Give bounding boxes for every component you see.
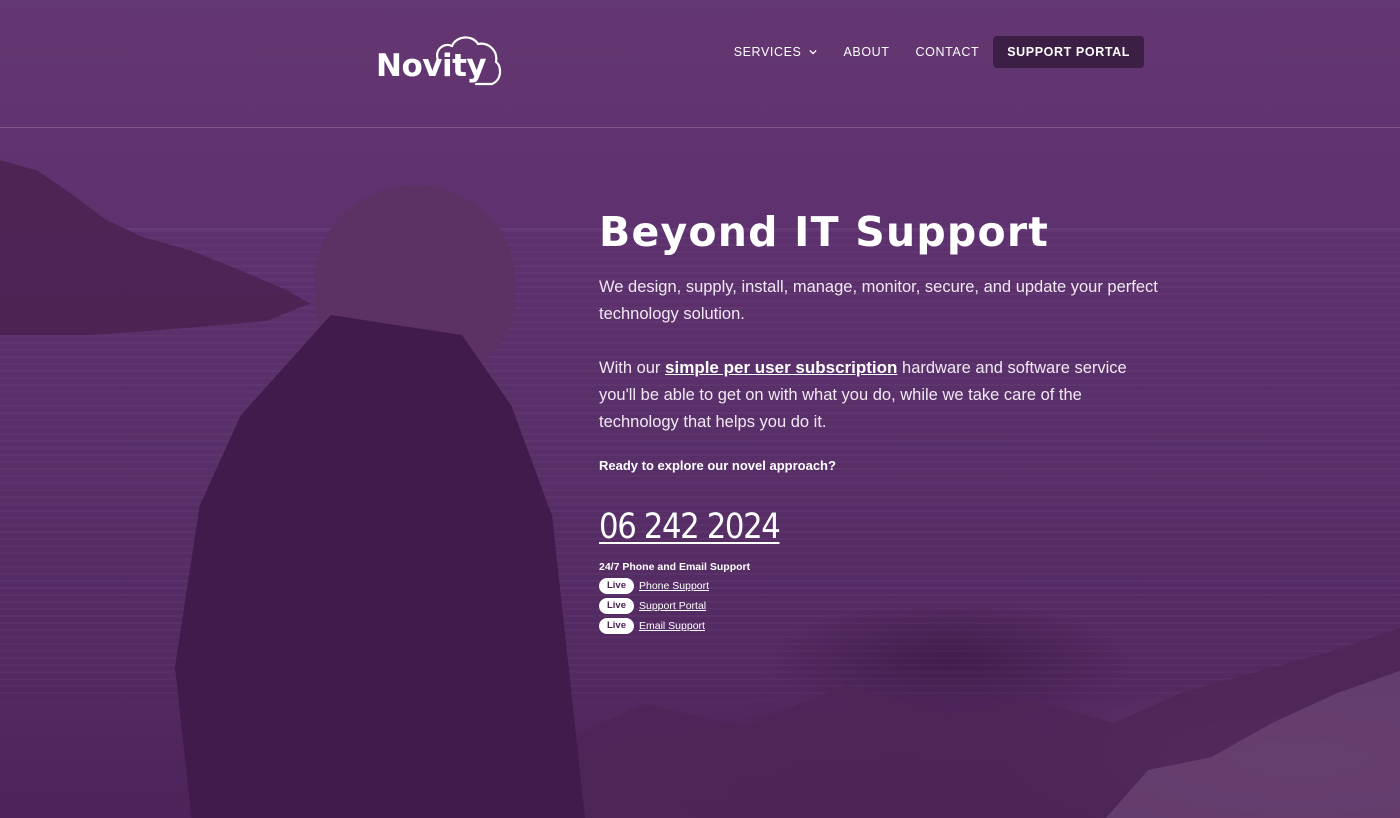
support-portal-link[interactable]: Support Portal — [639, 600, 706, 612]
nav-contact[interactable]: CONTACT — [916, 45, 980, 59]
live-badge: Live — [599, 578, 634, 594]
subscription-prefix: With our — [599, 359, 666, 377]
hero-content: Beyond IT Support We design, supply, ins… — [599, 205, 1159, 636]
email-support-link[interactable]: Email Support — [639, 620, 705, 632]
phone-number-link[interactable]: 06 242 2024 — [599, 507, 781, 547]
cloud-logo-icon — [436, 36, 502, 86]
support-title: 24/7 Phone and Email Support — [599, 561, 751, 573]
support-item-phone: Live Phone Support — [599, 576, 1159, 596]
live-badge: Live — [599, 618, 634, 634]
nav-services-label: SERVICES — [733, 45, 802, 59]
support-item-portal: Live Support Portal — [599, 596, 1159, 616]
main-nav: SERVICES ABOUT CONTACT SUPPORT PORTAL — [734, 36, 1144, 68]
logo[interactable]: Novity — [376, 34, 506, 90]
subscription-link[interactable]: simple per user subscription — [665, 358, 897, 377]
live-badge: Live — [599, 598, 634, 614]
cta-text: Ready to explore our novel approach? — [599, 458, 836, 473]
site-header: Novity SERVICES ABOUT CONTACT SUPPORT PO… — [0, 0, 1400, 128]
support-item-email: Live Email Support — [599, 616, 1159, 636]
hero-intro: We design, supply, install, manage, moni… — [599, 278, 1158, 323]
support-portal-button[interactable]: SUPPORT PORTAL — [993, 36, 1144, 68]
hero-subscription-text: With our simple per user subscription ha… — [599, 354, 1159, 436]
phone-support-link[interactable]: Phone Support — [639, 580, 709, 592]
nav-services[interactable]: SERVICES — [734, 45, 818, 59]
chevron-down-icon — [809, 49, 818, 55]
hero-title: Beyond IT Support — [599, 208, 1050, 256]
support-list: Live Phone Support Live Support Portal L… — [599, 576, 1159, 636]
nav-about[interactable]: ABOUT — [843, 45, 889, 59]
